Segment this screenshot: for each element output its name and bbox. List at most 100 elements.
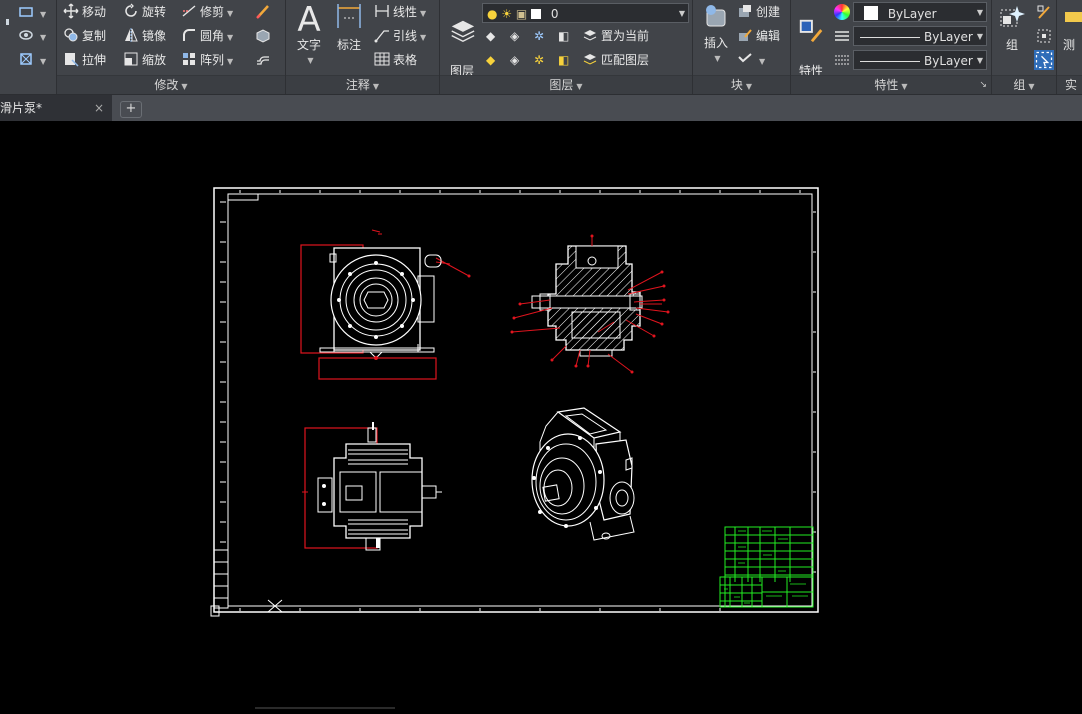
ungroup-icon[interactable] — [1036, 4, 1052, 20]
insert-dropdown: ▼ — [714, 54, 721, 63]
measure-label: 测 — [1063, 38, 1076, 52]
group-icon — [994, 2, 1030, 38]
region-tool[interactable]: ▼ — [18, 50, 46, 70]
text-button[interactable]: A 文字 ▼ — [292, 2, 326, 68]
rectangle-tool[interactable]: ▼ — [18, 3, 46, 23]
ribbon: ▼ ▼ ▼ 移动 旋转 修剪 ▼ 复制 镜像 圆角 ▼ 拉伸 缩放 阵列 ▼ 修改 ▼ … — [0, 0, 1082, 95]
drawing-area[interactable] — [0, 122, 1082, 710]
lineweight-value: ByLayer — [924, 54, 973, 68]
lock-icon: ▣ — [515, 7, 528, 21]
panel-layers: 图层 特性 ● ☀ ▣ 0 ▼ ◆ ◈ ✲ ◧ 置为当前 ◆ ◈ ✲ ◧ 匹配图… — [440, 0, 693, 94]
layer-off-icon[interactable]: ◆ — [486, 29, 495, 43]
panel-title-properties[interactable]: 特性 ▼ ↘ — [791, 75, 991, 94]
stretch-button[interactable]: 拉伸 — [63, 50, 106, 70]
group-edit-icon[interactable] — [1036, 28, 1052, 44]
drawing-frame — [210, 187, 819, 617]
insert-label: 插入 — [703, 36, 728, 50]
drawing-canvas[interactable] — [0, 122, 1082, 710]
leader-button[interactable]: 引线 ▼ — [374, 26, 426, 46]
create-block-button[interactable]: 创建 — [737, 2, 780, 22]
file-tab-active[interactable]: 滑片泵* × — [0, 95, 112, 121]
erase-button[interactable] — [255, 2, 274, 22]
layer-freeze-icon[interactable]: ✲ — [534, 29, 544, 43]
file-tab-label: 滑片泵* — [0, 101, 43, 115]
dimension-button[interactable]: 标注 — [332, 2, 366, 53]
lineweight-preview — [860, 61, 920, 62]
linear-dimension-icon — [374, 3, 390, 19]
layer-lock-icon[interactable]: ◧ — [558, 29, 569, 43]
move-icon — [63, 3, 79, 19]
table-button[interactable]: 表格 — [374, 50, 417, 70]
section-view[interactable] — [510, 234, 670, 374]
edit-block-icon — [737, 27, 753, 43]
isometric-view[interactable] — [531, 407, 635, 541]
group-selection-icon[interactable] — [1034, 50, 1054, 70]
panel-title-annotation[interactable]: 注释 ▼ — [286, 75, 439, 94]
group-label: 组 — [1005, 38, 1018, 52]
lineweight-dropdown[interactable]: ByLayer ▼ — [853, 50, 987, 70]
rotate-button[interactable]: 旋转 — [123, 2, 166, 22]
linetype-preview — [860, 37, 920, 38]
panel-title-utilities[interactable]: 实用 — [1057, 75, 1082, 94]
top-view[interactable] — [302, 422, 442, 551]
explode-icon — [255, 27, 271, 43]
lightbulb-icon: ● — [487, 7, 498, 21]
mirror-button[interactable]: 镜像 — [123, 26, 166, 46]
lineweight-icon[interactable] — [834, 52, 850, 68]
color-wheel-icon[interactable] — [834, 4, 850, 20]
panel-title-layers[interactable]: 图层 ▼ — [440, 75, 692, 94]
plus-icon: + — [125, 101, 137, 116]
offset-button[interactable] — [255, 50, 274, 70]
measure-button[interactable]: 测 — [1063, 2, 1082, 53]
layer-unisolate-icon[interactable]: ◈ — [510, 53, 519, 67]
fillet-button[interactable]: 圆角 ▼ — [181, 26, 233, 46]
color-dropdown[interactable]: ByLayer ▼ — [853, 2, 987, 22]
layer-thaw-icon[interactable]: ✲ — [534, 53, 544, 67]
panel-title-groups[interactable]: 组 ▼ — [992, 75, 1056, 94]
partial-icon-a[interactable] — [0, 14, 9, 34]
scale-button[interactable]: 缩放 — [123, 50, 166, 70]
set-current-button[interactable]: 置为当前 — [582, 26, 649, 46]
edit-block-button[interactable]: 编辑 — [737, 26, 780, 46]
copy-button[interactable]: 复制 — [63, 26, 106, 46]
linetype-dropdown[interactable]: ByLayer ▼ — [853, 26, 987, 46]
copy-icon — [63, 27, 79, 43]
panel-annotation: A 文字 ▼ 标注 线性 ▼ 引线 ▼ 表格 注释 ▼ — [286, 0, 440, 94]
panel-title-modify[interactable]: 修改 ▼ — [57, 75, 285, 94]
partial-icon — [0, 15, 9, 31]
scale-icon — [123, 51, 139, 67]
match-layer-button[interactable]: 匹配图层 — [582, 50, 649, 70]
linear-button[interactable]: 线性 ▼ — [374, 2, 426, 22]
chevron-down-icon: ▼ — [976, 8, 983, 17]
current-layer-name: 0 — [550, 7, 559, 21]
block-attribute-button[interactable]: ▼ — [737, 50, 765, 70]
array-button[interactable]: 阵列 ▼ — [181, 50, 233, 70]
move-button[interactable]: 移动 — [63, 2, 106, 22]
group-button[interactable]: 组 — [994, 2, 1030, 53]
layer-on-icon[interactable]: ◆ — [486, 53, 495, 67]
color-swatch — [864, 6, 878, 20]
fillet-icon — [181, 27, 197, 43]
linetype-value: ByLayer — [924, 30, 973, 44]
hatch-tool[interactable]: ▼ — [18, 26, 46, 46]
front-view[interactable] — [300, 229, 471, 380]
trim-icon — [181, 3, 197, 19]
insert-button[interactable]: 插入 ▼ — [697, 2, 735, 66]
new-tab-button[interactable]: + — [120, 101, 142, 118]
match-layer-icon — [582, 51, 598, 67]
array-icon — [181, 51, 197, 67]
trim-button[interactable]: 修剪 ▼ — [181, 2, 233, 22]
layer-unlock-icon[interactable]: ◧ — [558, 53, 569, 67]
explode-button[interactable] — [255, 26, 274, 46]
layer-tools-row-2: ◆ ◈ ✲ ◧ — [486, 51, 596, 71]
dimension-label: 标注 — [336, 38, 361, 52]
dialog-launcher-icon[interactable]: ↘ — [979, 76, 987, 94]
dimension-icon — [332, 2, 366, 38]
layer-isolate-icon[interactable]: ◈ — [510, 29, 519, 43]
linetype-icon[interactable] — [834, 28, 850, 44]
layer-dropdown[interactable]: ● ☀ ▣ 0 ▼ — [482, 3, 689, 23]
panel-title-block[interactable]: 块 ▼ — [693, 75, 790, 94]
close-icon[interactable]: × — [94, 95, 104, 121]
offset-icon — [255, 51, 271, 67]
panel-properties: 特性 匹配 ByLayer ▼ ByLayer ▼ ByLayer ▼ 特性▼↘ — [791, 0, 992, 94]
